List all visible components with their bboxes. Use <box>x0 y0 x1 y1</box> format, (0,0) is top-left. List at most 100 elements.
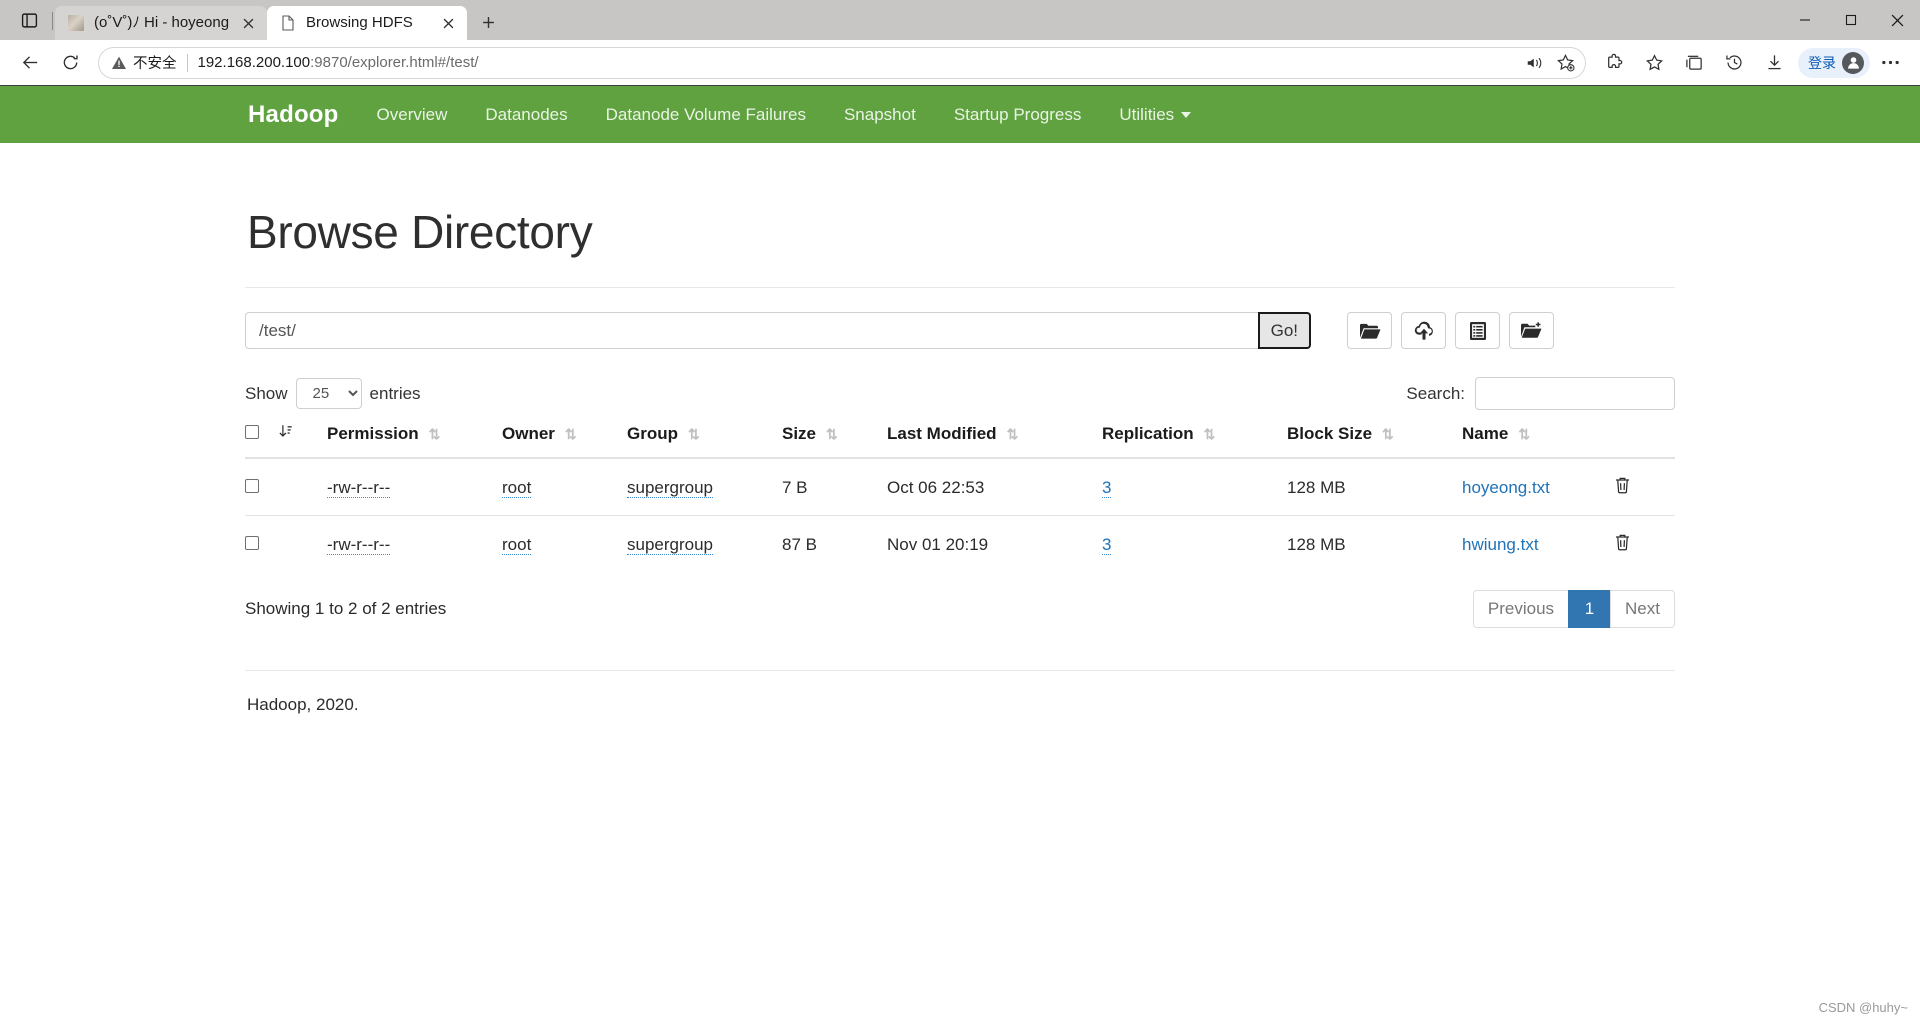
new-tab-icon[interactable] <box>473 7 503 37</box>
address-bar[interactable]: 不安全 192.168.200.100:9870/explorer.html#/… <box>98 46 1586 79</box>
select-all-checkbox[interactable] <box>245 425 259 439</box>
nav-overview[interactable]: Overview <box>377 105 448 125</box>
page-length-control: Show 25 entries <box>245 378 421 409</box>
column-block-size[interactable]: Block Size ⇅ <box>1287 424 1462 459</box>
go-button[interactable]: Go! <box>1257 312 1311 349</box>
row-select-cell[interactable] <box>245 516 279 573</box>
clipboard-list-icon[interactable] <box>1455 312 1500 349</box>
trash-icon[interactable] <box>1615 533 1630 551</box>
column-owner-label: Owner <box>502 424 555 443</box>
sort-toggle-icon[interactable]: ⇅ <box>1204 427 1216 441</box>
back-icon[interactable] <box>13 46 47 80</box>
sort-toggle-icon[interactable]: ⇅ <box>688 427 700 441</box>
cell-delete[interactable] <box>1615 516 1675 573</box>
reload-icon[interactable] <box>53 46 87 80</box>
address-bar-actions <box>1521 49 1579 77</box>
cell-block-size: 128 MB <box>1287 534 1346 554</box>
table-row[interactable]: -rw-r--r-- root supergroup 7 B Oct 06 22… <box>245 458 1675 516</box>
toolbar-buttons <box>1347 312 1554 349</box>
replication-link[interactable]: 3 <box>1102 534 1112 555</box>
column-size[interactable]: Size ⇅ <box>782 424 887 459</box>
group-link[interactable]: supergroup <box>627 477 714 498</box>
owner-link[interactable]: root <box>502 534 532 555</box>
column-permission[interactable]: Permission ⇅ <box>327 424 502 459</box>
cloud-upload-icon[interactable] <box>1401 312 1446 349</box>
search-control: Search: <box>1406 377 1675 410</box>
nav-utilities-dropdown[interactable]: Utilities <box>1119 105 1192 125</box>
column-name-label: Name <box>1462 424 1509 443</box>
permission-link[interactable]: -rw-r--r-- <box>327 534 391 555</box>
cell-owner: root <box>502 516 627 573</box>
settings-more-icon[interactable] <box>1873 46 1907 80</box>
cell-delete[interactable] <box>1615 458 1675 516</box>
sort-toggle-icon[interactable]: ⇅ <box>1518 427 1530 441</box>
nav-datanodes[interactable]: Datanodes <box>485 105 567 125</box>
sort-toggle-icon[interactable]: ⇅ <box>1007 427 1019 441</box>
new-folder-icon[interactable] <box>1509 312 1554 349</box>
column-block-size-label: Block Size <box>1287 424 1373 443</box>
column-last-modified[interactable]: Last Modified ⇅ <box>887 424 1102 459</box>
row-checkbox[interactable] <box>245 535 259 550</box>
pagination-page-1[interactable]: 1 <box>1568 590 1611 628</box>
nav-datanode-volume-failures[interactable]: Datanode Volume Failures <box>606 105 806 125</box>
sort-toggle-icon[interactable]: ⇅ <box>826 427 838 441</box>
owner-link[interactable]: root <box>502 477 532 498</box>
file-name-link[interactable]: hwiung.txt <box>1462 535 1539 554</box>
browser-chrome: (o˚V˚)ﾉ Hi - hoyeong Browsing HDFS 不安全 1… <box>0 0 1920 85</box>
brand-hadoop[interactable]: Hadoop <box>248 101 339 129</box>
sort-toggle-icon[interactable]: ⇅ <box>565 427 577 441</box>
pagination-previous[interactable]: Previous <box>1472 590 1569 628</box>
security-label: 不安全 <box>133 56 177 72</box>
column-owner[interactable]: Owner ⇅ <box>502 424 627 459</box>
nav-snapshot[interactable]: Snapshot <box>844 105 916 125</box>
read-aloud-icon[interactable] <box>1521 49 1549 77</box>
security-warning[interactable]: 不安全 <box>111 52 177 73</box>
extensions-icon[interactable] <box>1597 46 1631 80</box>
column-replication[interactable]: Replication ⇅ <box>1102 424 1287 459</box>
close-window-icon[interactable] <box>1874 0 1920 40</box>
row-select-cell[interactable] <box>245 458 279 516</box>
cell-group: supergroup <box>627 516 782 573</box>
pagination-next[interactable]: Next <box>1610 590 1675 628</box>
window-controls <box>1782 0 1920 40</box>
sort-indicator-header[interactable] <box>279 424 327 459</box>
column-name[interactable]: Name ⇅ <box>1462 424 1615 459</box>
hdfs-page: Hadoop Overview Datanodes Datanode Volum… <box>0 85 1920 1015</box>
image-favicon <box>67 14 85 32</box>
cell-size: 87 B <box>782 534 817 554</box>
minimize-icon[interactable] <box>1782 0 1828 40</box>
downloads-icon[interactable] <box>1757 46 1791 80</box>
table-row[interactable]: -rw-r--r-- root supergroup 87 B Nov 01 2… <box>245 516 1675 573</box>
nav-startup-progress[interactable]: Startup Progress <box>954 105 1082 125</box>
column-group[interactable]: Group ⇅ <box>627 424 782 459</box>
row-checkbox[interactable] <box>245 478 259 493</box>
file-name-link[interactable]: hoyeong.txt <box>1462 478 1550 497</box>
permission-link[interactable]: -rw-r--r-- <box>327 477 391 498</box>
sort-toggle-icon[interactable]: ⇅ <box>1382 427 1394 441</box>
replication-link[interactable]: 3 <box>1102 477 1112 498</box>
group-link[interactable]: supergroup <box>627 534 714 555</box>
sort-toggle-icon[interactable]: ⇅ <box>429 427 441 441</box>
select-all-header[interactable] <box>245 424 279 459</box>
browser-tab-1[interactable]: (o˚V˚)ﾉ Hi - hoyeong <box>55 6 268 40</box>
path-input-group: Go! <box>245 312 1311 349</box>
profile-signin-pill[interactable]: 登录 <box>1798 47 1870 78</box>
page-length-select[interactable]: 25 <box>295 378 362 409</box>
path-input[interactable] <box>245 312 1258 349</box>
sort-desc-icon[interactable] <box>279 425 292 442</box>
history-icon[interactable] <box>1717 46 1751 80</box>
close-icon[interactable] <box>237 12 259 34</box>
search-input[interactable] <box>1475 377 1675 410</box>
favorites-icon[interactable] <box>1637 46 1671 80</box>
collections-icon[interactable] <box>1677 46 1711 80</box>
open-folder-icon[interactable] <box>1347 312 1392 349</box>
cell-size: 7 B <box>782 458 887 516</box>
add-favorite-icon[interactable] <box>1551 49 1579 77</box>
maximize-icon[interactable] <box>1828 0 1874 40</box>
tab-list-icon[interactable] <box>12 3 46 37</box>
hadoop-navbar: Hadoop Overview Datanodes Datanode Volum… <box>0 85 1920 143</box>
close-icon[interactable] <box>437 12 459 34</box>
browser-tab-2[interactable]: Browsing HDFS <box>267 6 468 40</box>
trash-icon[interactable] <box>1615 476 1630 494</box>
cell-name: hwiung.txt <box>1462 516 1615 573</box>
